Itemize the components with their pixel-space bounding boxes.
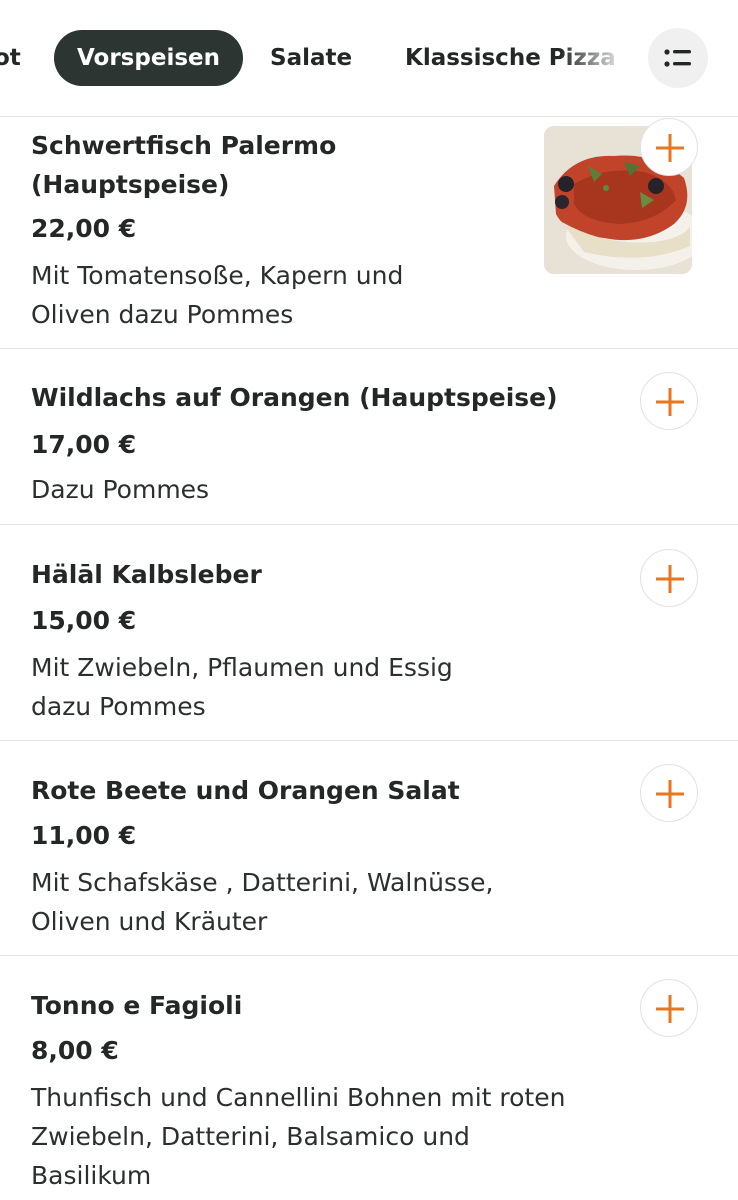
list-filter-icon bbox=[664, 49, 691, 67]
scroll-fade bbox=[560, 20, 640, 96]
add-item-button[interactable] bbox=[640, 549, 698, 607]
item-name: Wildlachs auf Orangen (Hauptspeise) bbox=[31, 383, 558, 412]
item-description: Thunfisch und Cannellini Bohnen mit rote… bbox=[31, 1083, 566, 1190]
item-price: 8,00 € bbox=[31, 1036, 119, 1065]
plus-icon bbox=[656, 388, 684, 416]
menu-item[interactable]: Rote Beete und Orangen Salat 11,00 € Mit… bbox=[0, 740, 738, 956]
item-description: Mit Tomatensoße, Kapern und Oliven dazu … bbox=[31, 261, 404, 329]
item-price: 22,00 € bbox=[31, 214, 137, 243]
menu-item[interactable]: Tonno e Fagioli 8,00 € Thunfisch und Can… bbox=[0, 955, 738, 1200]
plus-icon bbox=[656, 134, 684, 162]
item-name: Tonno e Fagioli bbox=[31, 991, 243, 1020]
add-item-button[interactable] bbox=[640, 372, 698, 430]
add-item-button[interactable] bbox=[640, 118, 698, 176]
add-item-button[interactable] bbox=[640, 764, 698, 822]
category-bar: ot Vorspeisen Salate Klassische Pizza bbox=[0, 0, 738, 117]
item-price: 17,00 € bbox=[31, 430, 137, 459]
category-tab-partial[interactable]: ot bbox=[0, 30, 21, 86]
plus-icon bbox=[656, 780, 684, 808]
plus-icon bbox=[656, 565, 684, 593]
category-tab-vorspeisen[interactable]: Vorspeisen bbox=[54, 30, 243, 86]
category-tab-salate[interactable]: Salate bbox=[270, 30, 352, 86]
item-price: 11,00 € bbox=[31, 821, 137, 850]
add-item-button[interactable] bbox=[640, 979, 698, 1037]
menu-item[interactable]: Hälāl Kalbsleber 15,00 € Mit Zwiebeln, P… bbox=[0, 524, 738, 741]
item-description: Mit Zwiebeln, Pflaumen und Essig dazu Po… bbox=[31, 653, 453, 721]
item-name: Schwertfisch Palermo (Hauptspeise) bbox=[31, 131, 337, 199]
item-description: Dazu Pommes bbox=[31, 475, 210, 504]
menu-item[interactable]: Wildlachs auf Orangen (Hauptspeise) 17,0… bbox=[0, 348, 738, 525]
item-name: Hälāl Kalbsleber bbox=[31, 560, 262, 589]
plus-icon bbox=[656, 995, 684, 1023]
category-list-button[interactable] bbox=[648, 28, 708, 88]
item-description: Mit Schafskäse , Datterini, Walnüsse, Ol… bbox=[31, 868, 494, 936]
item-price: 15,00 € bbox=[31, 606, 137, 635]
item-name: Rote Beete und Orangen Salat bbox=[31, 776, 460, 805]
